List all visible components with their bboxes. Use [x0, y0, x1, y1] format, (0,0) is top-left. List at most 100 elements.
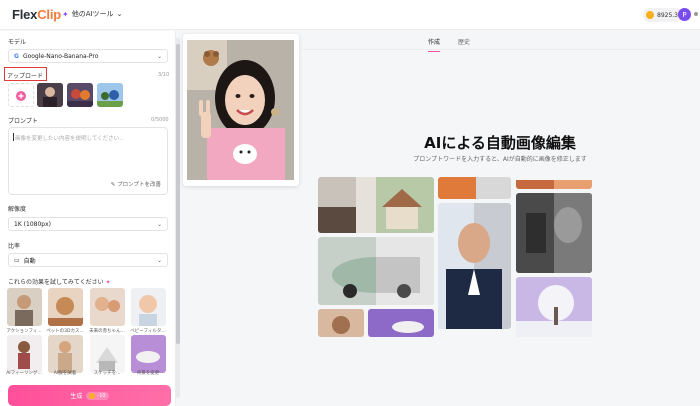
effect-label: アクションフィ... [6, 329, 42, 334]
generate-cost-value: -10 [97, 392, 106, 399]
example-tile [438, 203, 511, 329]
effect-card[interactable] [90, 288, 125, 326]
effect-label: AI服を試着 [53, 371, 77, 376]
uploaded-image-thumb[interactable] [37, 83, 63, 107]
upload-preview-card [183, 34, 299, 186]
flexclip-logo[interactable]: FlexClip [12, 7, 61, 22]
example-old-photo [516, 193, 592, 273]
coin-icon [646, 11, 654, 19]
upload-add-button[interactable] [8, 83, 34, 107]
example-top-right [516, 180, 592, 189]
tab-divider [300, 49, 700, 50]
effect-thumb [90, 288, 125, 326]
example-tile [318, 237, 434, 305]
upload-label: アップロード [7, 73, 44, 80]
effect-thumb [7, 335, 42, 373]
example-collage [318, 177, 592, 337]
generate-cost: -10 [86, 391, 109, 400]
resolution-select[interactable]: 1K (1080px) ⌄ [8, 217, 168, 231]
chevron-down-icon: ⌄ [116, 10, 123, 18]
uploaded-image-thumb[interactable] [67, 83, 93, 107]
uploaded-image-1 [37, 83, 63, 107]
effect-card[interactable] [131, 288, 166, 326]
effects-title: これらの効果を試してみてください ✦ [8, 279, 111, 286]
example-room-house [318, 177, 434, 233]
prompt-count: 0/5000 [151, 117, 169, 123]
effect-card[interactable] [48, 335, 83, 373]
effect-label: ベビーフィルタ... [130, 329, 166, 334]
model-select[interactable]: G Google-Nano-Banana-Pro ⌄ [8, 49, 168, 63]
uploaded-image-2 [67, 83, 93, 107]
aspect-ratio-icon: ▭ [14, 256, 20, 264]
hero-subtitle: プロンプトワードを入力すると、AIが自動的に画像を修正します [413, 156, 587, 163]
example-tile [516, 177, 592, 189]
effect-card[interactable] [48, 288, 83, 326]
ratio-select[interactable]: ▭ 自動 ⌄ [8, 253, 168, 267]
coin-icon [89, 392, 96, 399]
credits-value: 8925.3 [657, 11, 678, 19]
effect-thumb [7, 288, 42, 326]
ratio-label: 比率 [8, 243, 21, 250]
sparkle-icon: ✦ [62, 9, 69, 19]
example-tile [318, 309, 364, 337]
example-man-portrait [438, 203, 511, 329]
chevron-down-icon: ⌄ [156, 52, 162, 60]
main-area: 作成 歴史 AIによる自動画像編集 プロンプトワードを入力すると、AIが自動的に… [300, 31, 700, 406]
top-bar: FlexClip ✦ 他のAIツール ⌄ 8925.3 P [0, 0, 700, 30]
example-portrait-top [438, 177, 511, 199]
prompt-label: プロンプト [8, 118, 38, 125]
effect-thumb [48, 288, 83, 326]
effect-label: ペットの3Dカス... [46, 329, 84, 334]
effect-card[interactable] [7, 335, 42, 373]
uploaded-image-3 [97, 83, 123, 107]
prompt-enhance-button[interactable]: ✎ プロンプトを改善 [111, 180, 161, 188]
resolution-select-value: 1K (1080px) [14, 220, 51, 228]
ai-tools-menu-label: 他のAIツール [71, 10, 114, 18]
effect-card[interactable] [7, 288, 42, 326]
example-tile [438, 333, 511, 337]
effect-thumb [48, 335, 83, 373]
effect-card[interactable] [131, 335, 166, 373]
effect-thumb [131, 288, 166, 326]
effect-card[interactable] [90, 335, 125, 373]
left-panel: モデル G Google-Nano-Banana-Pro ⌄ アップロード 3/… [0, 31, 176, 406]
resolution-label: 解像度 [8, 206, 27, 213]
example-tile [368, 309, 434, 337]
magic-wand-icon: ✎ [110, 182, 116, 188]
effect-label: 背景を変更 [136, 371, 160, 376]
generate-button[interactable]: 生成 -10 [8, 385, 171, 406]
example-tile [516, 193, 592, 273]
effect-thumb [131, 335, 166, 373]
prompt-textarea[interactable]: 画像を変更したい内容を説明してください... ✎ プロンプトを改善 [8, 127, 168, 195]
example-snow-tree [516, 277, 592, 337]
upload-preview-image [187, 40, 294, 180]
prompt-enhance-label: プロンプトを改善 [117, 182, 161, 188]
google-icon: G [14, 52, 19, 60]
sparkle-icon: ✦ [105, 279, 111, 286]
example-car [318, 237, 434, 305]
more-icon[interactable] [694, 12, 698, 16]
effect-thumb [90, 335, 125, 373]
uploaded-image-thumb[interactable] [97, 83, 123, 107]
effect-label: 未来の赤ちゃん... [89, 329, 125, 334]
model-label: モデル [8, 39, 27, 46]
chevron-down-icon: ⌄ [156, 220, 162, 228]
example-sneaker [368, 309, 434, 337]
example-portrait-small [318, 309, 364, 337]
example-tile [438, 177, 511, 199]
effect-label: AIフィーリング... [6, 371, 42, 376]
credits-badge[interactable]: 8925.3 [643, 8, 683, 22]
effect-label: スケッチを... [93, 371, 121, 376]
upload-add-icon [16, 91, 26, 101]
left-panel-scroll-thumb[interactable] [176, 44, 180, 344]
ratio-select-value: 自動 [23, 257, 36, 265]
model-select-value: Google-Nano-Banana-Pro [22, 52, 99, 60]
chevron-down-icon: ⌄ [156, 256, 162, 264]
example-tile [318, 177, 434, 233]
avatar[interactable]: P [678, 8, 691, 21]
hero-title: AIによる自動画像編集 [424, 134, 576, 152]
text-caret [13, 133, 14, 141]
ai-tools-menu[interactable]: ✦ 他のAIツール ⌄ [62, 9, 122, 19]
example-tile [516, 277, 592, 337]
generate-label: 生成 [70, 393, 83, 400]
